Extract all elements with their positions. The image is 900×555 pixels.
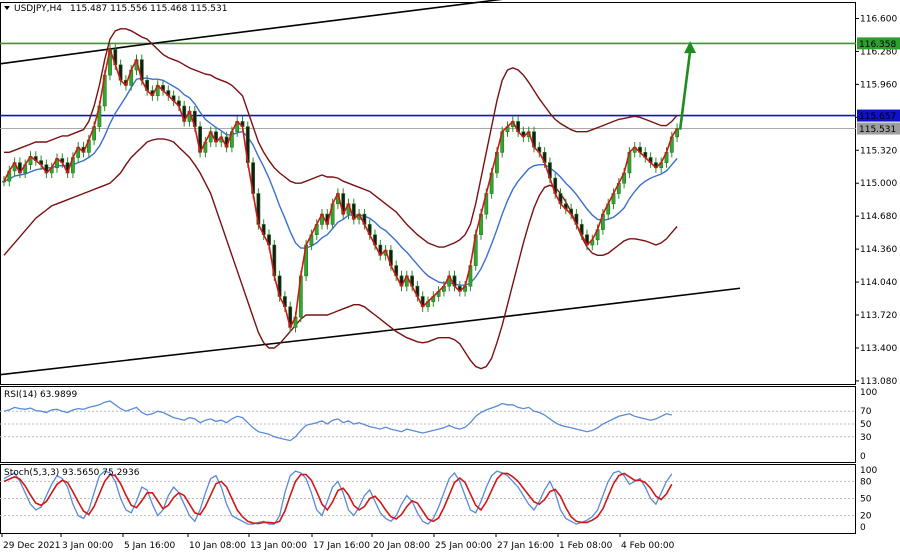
- price-pane-frame: [0, 2, 856, 385]
- x-tick-label: 4 Feb 00:00: [621, 541, 675, 551]
- price-tick-label: 115.000: [860, 179, 897, 189]
- rsi-tick-label: 30: [860, 433, 872, 443]
- x-tick-label: 20 Jan 08:00: [373, 541, 430, 551]
- stoch-title: Stoch(5,3,3) 93.5650 75.2936: [4, 468, 140, 478]
- x-tick-label: 17 Jan 16:00: [313, 541, 370, 551]
- price-tick-label: 115.320: [860, 146, 897, 156]
- price-level-label: 115.531: [859, 125, 896, 135]
- rsi-tick-label: 100: [860, 388, 877, 398]
- forecast-arrow-shaft: [678, 50, 692, 130]
- x-tick-label: 29 Dec 2021: [3, 541, 61, 551]
- price-level-label: 116.358: [859, 40, 896, 50]
- price-level-label: 115.657: [859, 112, 896, 122]
- stoch-tick-label: 100: [860, 466, 877, 476]
- rsi-tick-label: 0: [860, 452, 866, 462]
- stoch-tick-label: 50: [860, 495, 872, 505]
- rsi-line: [3, 400, 672, 442]
- x-tick-label: 10 Jan 08:00: [189, 541, 246, 551]
- stoch-tick-label: 80: [860, 477, 872, 487]
- price-tick-label: 113.400: [860, 344, 897, 354]
- rsi-tick-label: 50: [860, 420, 872, 430]
- price-tick-label: 114.360: [860, 245, 897, 255]
- price-tick-label: 114.680: [860, 212, 897, 222]
- rsi-tick-label: 70: [860, 407, 872, 417]
- ohlc-readout: 115.487 115.556 115.468 115.531: [70, 4, 227, 14]
- stoch-tick-label: 20: [860, 512, 872, 522]
- x-tick-label: 5 Jan 16:00: [124, 541, 176, 551]
- x-tick-label: 27 Jan 16:00: [497, 541, 554, 551]
- candle-body: [2, 180, 6, 183]
- x-tick-label: 1 Feb 08:00: [559, 541, 613, 551]
- stoch-tick-label: 0: [860, 523, 866, 533]
- price-tick-label: 114.040: [860, 278, 897, 288]
- rsi-title: RSI(14) 63.9899: [4, 390, 77, 400]
- x-tick-label: 13 Jan 00:00: [250, 541, 307, 551]
- menu-triangle-icon: [4, 6, 10, 10]
- symbol-title: USDJPY,H4: [14, 4, 62, 14]
- lower-channel-line: [0, 287, 741, 376]
- price-tick-label: 115.960: [860, 80, 897, 90]
- lower-band-line: [3, 138, 678, 370]
- price-tick-label: 113.080: [860, 377, 897, 387]
- x-tick-label: 25 Jan 00:00: [435, 541, 492, 551]
- price-tick-label: 113.720: [860, 311, 897, 321]
- x-tick-label: 3 Jan 00:00: [62, 541, 114, 551]
- price-tick-label: 116.600: [860, 14, 897, 24]
- trading-chart: 116.600116.280115.960115.640115.320115.0…: [0, 0, 900, 551]
